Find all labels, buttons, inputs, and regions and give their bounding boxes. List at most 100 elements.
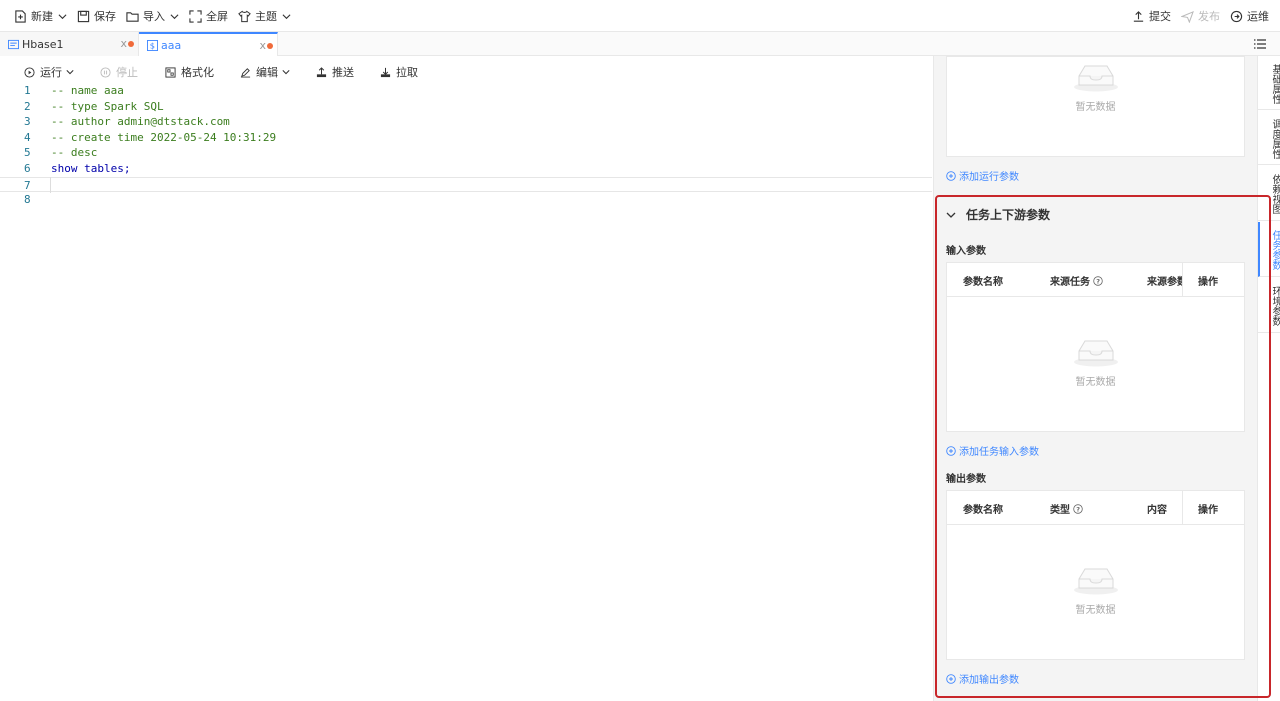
new-label: 新建 [31,10,53,23]
shirt-icon [238,10,251,22]
empty-box-icon [1073,568,1118,595]
pause-circle-icon [100,66,111,78]
empty-text: 暂无数据 [1075,102,1116,113]
right-side-nav: 基础属性 调度属性 依赖视图 任务参数 环境参数 [1257,56,1280,701]
add-output-param-label: 添加输出参数 [959,675,1019,686]
vnav-item-dependency-view[interactable]: 依赖视图 [1258,166,1280,221]
code-text: show tables; [51,161,131,175]
svg-text:$: $ [150,40,155,50]
fullscreen-label: 全屏 [206,10,228,23]
column-header: 来源任务 ? [1050,273,1103,288]
vnav-item-schedule-props[interactable]: 调度属性 [1258,111,1280,165]
import-button[interactable]: 导入 [121,0,184,32]
add-run-param-link[interactable]: 添加运行参数 [946,168,1019,183]
unsaved-dot [128,41,134,47]
code-line-current[interactable]: 7 [0,176,932,193]
save-button[interactable]: 保存 [72,0,121,32]
code-line[interactable]: 6 show tables; [0,161,932,177]
push-icon [316,66,327,77]
fullscreen-icon [189,9,202,23]
code-line[interactable]: 4 -- create time 2022-05-24 10:31:29 [0,130,932,146]
add-input-param-link[interactable]: 添加任务输入参数 [946,443,1039,458]
line-number: 5 [24,146,31,159]
vnav-item-basic-props[interactable]: 基础属性 [1258,56,1280,110]
hbase-icon [8,39,19,49]
empty-text: 暂无数据 [1075,377,1116,388]
empty-state: 暂无数据 [947,337,1244,388]
add-output-param-link[interactable]: 添加输出参数 [946,671,1019,686]
theme-label: 主题 [255,10,277,23]
fullscreen-button[interactable]: 全屏 [184,0,233,32]
vnav-item-task-params[interactable]: 任务参数 [1258,222,1280,277]
list-menu-icon[interactable] [1254,38,1266,50]
run-label: 运行 [40,66,62,79]
close-icon[interactable]: x [120,37,127,50]
submit-button[interactable]: 提交 [1127,0,1176,32]
publish-button[interactable]: 发布 [1176,0,1225,32]
line-number: 1 [24,84,31,97]
input-params-title: 输入参数 [946,246,986,257]
svg-text:?: ? [1096,277,1100,285]
editor-toolbar: 运行 停止 格式化 编辑 推送 拉取 [24,62,444,82]
svg-text:?: ? [1076,505,1080,513]
close-icon[interactable]: x [259,39,266,52]
tab-label: aaa [161,38,182,52]
plus-circle-icon [946,445,956,456]
theme-button[interactable]: 主题 [233,0,296,32]
output-params-table: 参数名称 类型 ? 内容 操作 暂无数据 [946,490,1245,660]
tab-aaa[interactable]: $ aaa x [139,32,278,56]
chevron-down-icon [282,70,290,75]
empty-state: 暂无数据 [947,62,1244,113]
pull-icon [380,67,391,77]
main-toolbar: 新建 保存 导入 全屏 主题 提交 发布 运维 [0,0,1280,32]
line-number: 2 [24,99,31,113]
chevron-down-icon [282,13,291,19]
code-text: -- name aaa [51,84,124,97]
ops-button[interactable]: 运维 [1225,0,1274,32]
add-input-param-label: 添加任务输入参数 [959,447,1039,458]
line-number: 7 [24,178,31,192]
code-text: -- type Spark SQL [51,99,164,113]
chevron-down-icon [66,70,74,75]
column-divider [1182,491,1183,525]
plus-circle-icon [946,673,956,684]
submit-label: 提交 [1149,10,1171,23]
column-header: 类型 ? [1050,501,1083,516]
column-header: 操作 [1198,277,1218,288]
folder-icon [126,11,139,22]
sql-icon: $ [147,39,158,51]
code-line[interactable]: 3 -- author admin@dtstack.com [0,114,932,130]
section-header-task-upstream-downstream[interactable]: 任务上下游参数 [946,206,1050,223]
pull-label: 拉取 [396,66,418,79]
format-button[interactable]: 格式化 [165,64,214,80]
stop-button[interactable]: 停止 [100,64,138,80]
code-editor[interactable]: 1 -- name aaa 2 -- type Spark SQL 3 -- auth… [0,82,932,212]
run-button[interactable]: 运行 [24,64,74,80]
code-line[interactable]: 5 -- desc [0,145,932,161]
chevron-down-icon [170,13,179,19]
new-button[interactable]: 新建 [9,0,72,32]
push-button[interactable]: 推送 [316,64,354,80]
column-header: 内容 [1147,505,1167,516]
chevron-down-icon [58,13,67,19]
question-circle-icon[interactable]: ? [1073,503,1083,514]
import-label: 导入 [143,10,165,23]
line-number: 8 [24,193,31,206]
tab-label: Hbase1 [22,37,64,51]
code-text: -- desc [51,146,98,159]
current-line-highlight [50,176,932,193]
edit-button[interactable]: 编辑 [240,64,290,80]
vnav-item-env-params[interactable]: 环境参数 [1258,278,1280,333]
column-divider [1182,263,1183,297]
code-line[interactable]: 2 -- type Spark SQL [0,99,932,115]
code-line[interactable]: 8 [0,192,932,208]
question-circle-icon[interactable]: ? [1093,275,1103,286]
tab-hbase1[interactable]: Hbase1 x [0,32,139,56]
input-params-table: 参数名称 来源任务 ? 来源参数 操作 暂无数据 [946,262,1245,432]
pull-button[interactable]: 拉取 [380,64,418,80]
save-label: 保存 [94,10,116,23]
code-line[interactable]: 1 -- name aaa [0,83,932,99]
format-icon [165,66,176,78]
upload-icon [1133,10,1144,22]
section-title: 任务上下游参数 [966,208,1051,222]
